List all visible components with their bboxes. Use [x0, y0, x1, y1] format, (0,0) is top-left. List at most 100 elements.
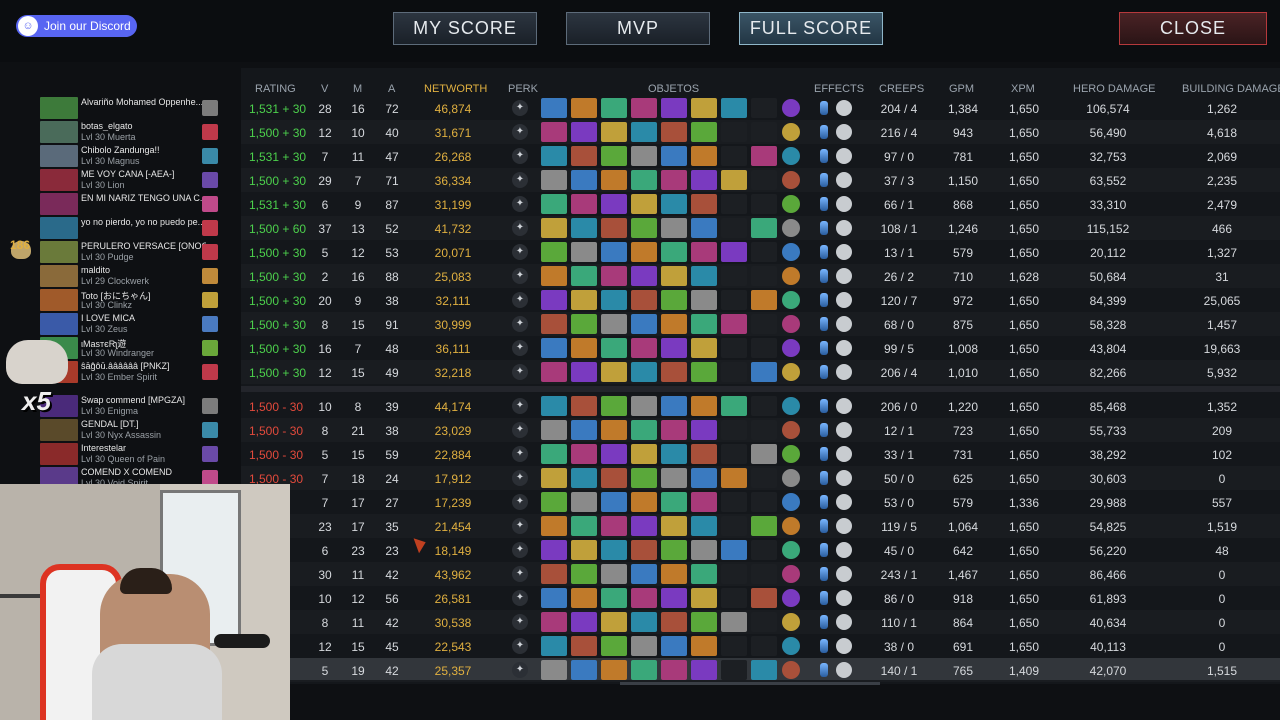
neutral-item-icon[interactable] [782, 469, 800, 487]
aghanims-shard-icon[interactable] [820, 567, 828, 581]
item-icon[interactable] [661, 194, 687, 214]
item-icon[interactable] [571, 362, 597, 382]
aghanims-shard-icon[interactable] [820, 221, 828, 235]
table-row[interactable]: 1,531 + 30 7 11 47 26,268 97 / 0 781 1,650 32,75… [241, 144, 1280, 168]
table-row[interactable]: 1,500 - 30 7 18 24 17,912 50 / 0 625 1,650 30,60… [241, 466, 1280, 490]
header-networth[interactable]: NETWORTH [424, 83, 487, 95]
table-row[interactable]: 5 19 42 25,357 140 / 1 765 1,409 42,070 1,515 ✦ [241, 658, 1280, 682]
item-icon[interactable] [541, 516, 567, 536]
talent-icon[interactable] [202, 100, 218, 116]
item-icon[interactable] [691, 266, 717, 286]
item-icon[interactable] [661, 612, 687, 632]
hero-portrait[interactable] [40, 169, 78, 191]
aghanims-shard-icon[interactable] [820, 365, 828, 379]
item-icon[interactable] [601, 492, 627, 512]
table-row[interactable]: 1,500 + 30 12 15 49 32,218 206 / 4 1,010 1,650 8… [241, 360, 1280, 384]
item-icon[interactable] [601, 420, 627, 440]
aghanims-scepter-icon[interactable] [836, 316, 852, 332]
hero-portrait[interactable] [40, 313, 78, 335]
item-icon[interactable] [601, 146, 627, 166]
item-icon[interactable] [721, 492, 747, 512]
item-icon[interactable] [721, 468, 747, 488]
item-icon[interactable] [721, 218, 747, 238]
aghanims-scepter-icon[interactable] [836, 244, 852, 260]
item-icon[interactable] [751, 612, 777, 632]
aghanims-scepter-icon[interactable] [836, 220, 852, 236]
neutral-item-icon[interactable] [782, 339, 800, 357]
item-icon[interactable] [721, 564, 747, 584]
talent-icon[interactable] [202, 196, 218, 212]
item-icon[interactable] [631, 242, 657, 262]
aghanims-shard-icon[interactable] [820, 495, 828, 509]
item-icon[interactable] [541, 636, 567, 656]
item-icon[interactable] [571, 98, 597, 118]
table-row[interactable]: 1,500 + 30 8 15 91 30,999 68 / 0 875 1,650 58,32… [241, 312, 1280, 336]
item-icon[interactable] [571, 660, 597, 680]
item-icon[interactable] [631, 290, 657, 310]
item-icon[interactable] [751, 122, 777, 142]
item-icon[interactable] [661, 540, 687, 560]
item-icon[interactable] [691, 290, 717, 310]
item-icon[interactable] [571, 444, 597, 464]
aghanims-scepter-icon[interactable] [836, 292, 852, 308]
aghanims-shard-icon[interactable] [820, 173, 828, 187]
item-icon[interactable] [661, 314, 687, 334]
item-icon[interactable] [541, 420, 567, 440]
item-icon[interactable] [751, 170, 777, 190]
item-icon[interactable] [601, 516, 627, 536]
neutral-item-icon[interactable] [782, 541, 800, 559]
item-icon[interactable] [751, 98, 777, 118]
item-icon[interactable] [661, 266, 687, 286]
player-entry[interactable]: GENDAL [DT.] Lvl 30 Nyx Assassin [40, 418, 240, 442]
talent-icon[interactable] [202, 422, 218, 438]
perk-icon[interactable]: ✦ [512, 268, 528, 284]
item-icon[interactable] [751, 492, 777, 512]
table-row[interactable]: 1,500 - 30 5 15 59 22,884 33 / 1 731 1,650 38,29… [241, 442, 1280, 466]
close-button[interactable]: CLOSE [1119, 12, 1267, 45]
item-icon[interactable] [751, 242, 777, 262]
item-icon[interactable] [571, 242, 597, 262]
item-icon[interactable] [661, 396, 687, 416]
item-icon[interactable] [691, 98, 717, 118]
perk-icon[interactable]: ✦ [512, 124, 528, 140]
item-icon[interactable] [541, 564, 567, 584]
perk-icon[interactable]: ✦ [512, 172, 528, 188]
item-icon[interactable] [661, 338, 687, 358]
item-icon[interactable] [691, 468, 717, 488]
table-row[interactable]: 306232318,14945 / 06421,65056,22048✦ [241, 538, 1280, 562]
hero-portrait[interactable] [40, 265, 78, 287]
item-icon[interactable] [691, 516, 717, 536]
aghanims-scepter-icon[interactable] [836, 100, 852, 116]
hero-portrait[interactable] [40, 241, 78, 263]
item-icon[interactable] [721, 362, 747, 382]
item-icon[interactable] [601, 468, 627, 488]
header-creeps[interactable]: CREEPS [879, 83, 924, 95]
perk-icon[interactable]: ✦ [512, 638, 528, 654]
item-icon[interactable] [601, 396, 627, 416]
perk-icon[interactable]: ✦ [512, 662, 528, 678]
item-icon[interactable] [571, 564, 597, 584]
hero-portrait[interactable] [40, 193, 78, 215]
item-icon[interactable] [661, 242, 687, 262]
item-icon[interactable] [631, 588, 657, 608]
table-row[interactable]: 308114230,538110 / 18641,65040,6340✦ [241, 610, 1280, 634]
item-icon[interactable] [751, 588, 777, 608]
item-icon[interactable] [571, 338, 597, 358]
item-icon[interactable] [691, 612, 717, 632]
aghanims-scepter-icon[interactable] [836, 340, 852, 356]
item-icon[interactable] [631, 660, 657, 680]
neutral-item-icon[interactable] [782, 147, 800, 165]
item-icon[interactable] [691, 146, 717, 166]
aghanims-shard-icon[interactable] [820, 317, 828, 331]
item-icon[interactable] [541, 290, 567, 310]
item-icon[interactable] [751, 362, 777, 382]
aghanims-scepter-icon[interactable] [836, 398, 852, 414]
item-icon[interactable] [631, 492, 657, 512]
item-icon[interactable] [661, 170, 687, 190]
item-icon[interactable] [541, 612, 567, 632]
player-entry[interactable]: I LOVE MICA Lvl 30 Zeus [40, 312, 240, 336]
neutral-item-icon[interactable] [782, 363, 800, 381]
aghanims-shard-icon[interactable] [820, 101, 828, 115]
item-icon[interactable] [541, 266, 567, 286]
hero-portrait[interactable] [40, 121, 78, 143]
